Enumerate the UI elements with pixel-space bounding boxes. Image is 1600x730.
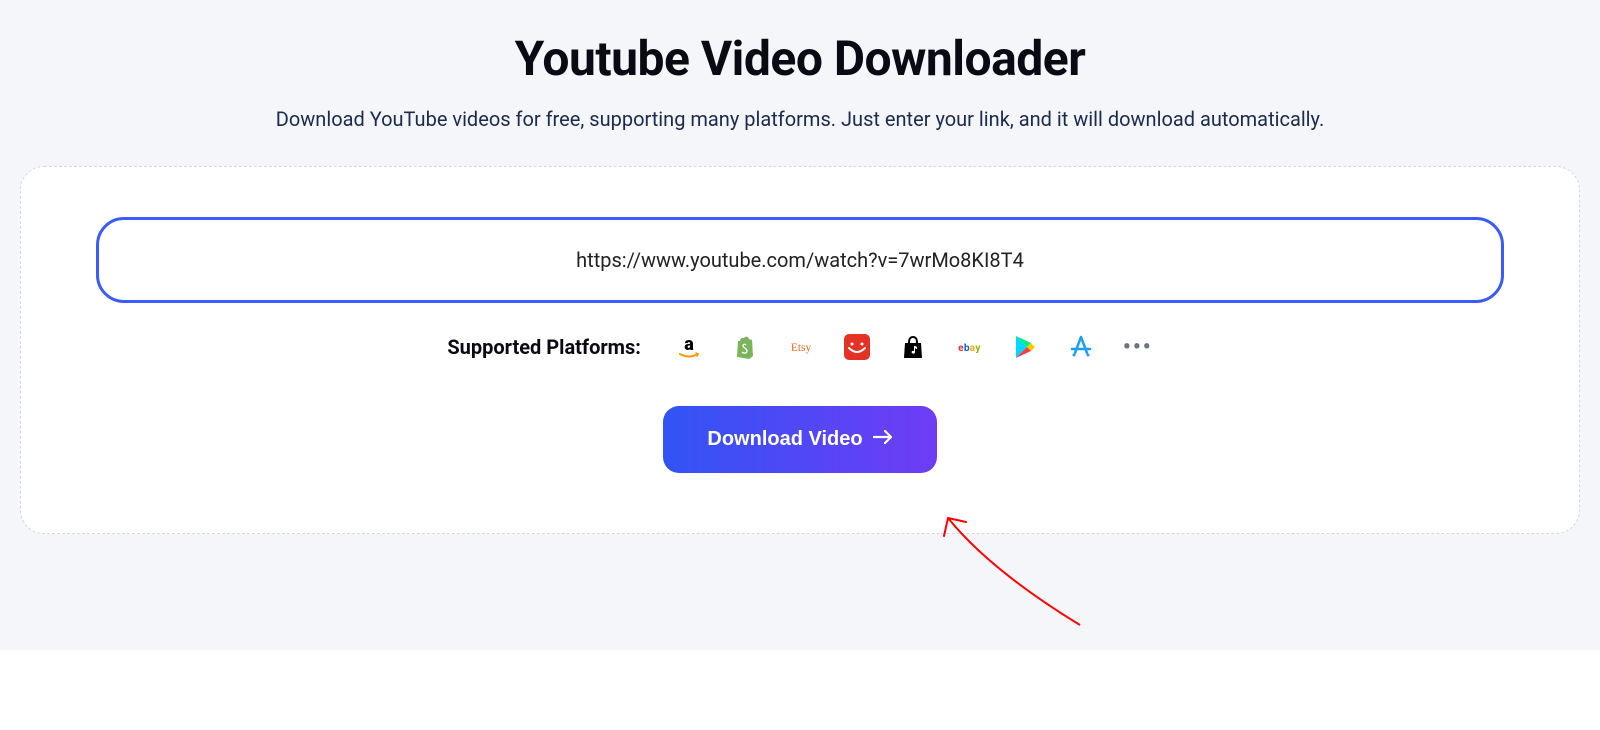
google-play-icon: [1011, 333, 1039, 361]
footer-strip: [0, 650, 1600, 730]
svg-text:e: e: [958, 343, 964, 354]
supported-platforms-row: Supported Platforms: a Etsy: [447, 333, 1152, 361]
amazon-icon: a: [675, 333, 703, 361]
arrow-right-icon: [873, 428, 893, 451]
svg-text:a: a: [970, 343, 976, 354]
aliexpress-icon: [843, 333, 871, 361]
page-title: Youtube Video Downloader: [515, 30, 1086, 87]
download-button-label: Download Video: [707, 428, 862, 451]
svg-text:y: y: [975, 343, 981, 354]
page-subtitle: Download YouTube videos for free, suppor…: [276, 107, 1325, 131]
more-platforms-icon[interactable]: •••: [1123, 335, 1153, 360]
downloader-card: Supported Platforms: a Etsy: [20, 166, 1580, 534]
video-url-input[interactable]: [96, 217, 1504, 303]
shopify-icon: [731, 333, 759, 361]
svg-text:Etsy: Etsy: [791, 342, 812, 354]
app-store-icon: [1067, 333, 1095, 361]
svg-text:b: b: [964, 343, 970, 354]
ebay-icon: e b a y: [955, 333, 983, 361]
tiktok-shop-icon: [899, 333, 927, 361]
svg-text:a: a: [684, 334, 694, 355]
download-video-button[interactable]: Download Video: [663, 406, 936, 473]
etsy-icon: Etsy: [787, 333, 815, 361]
platforms-label: Supported Platforms:: [447, 335, 641, 359]
